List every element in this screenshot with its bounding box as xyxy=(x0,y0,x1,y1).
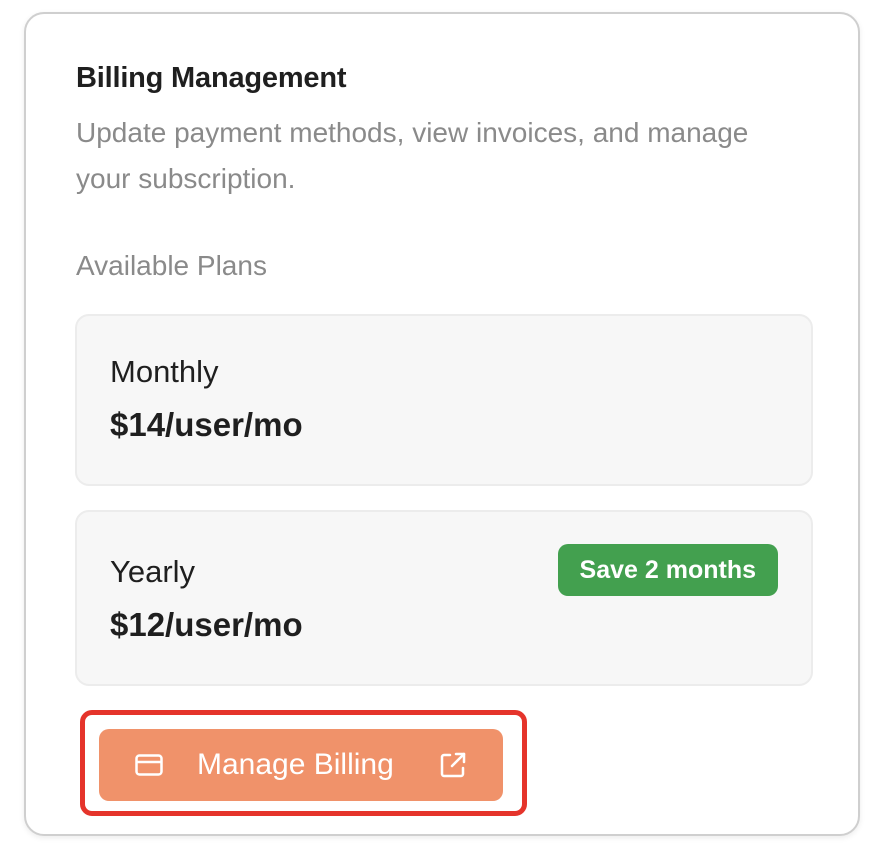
external-link-icon xyxy=(440,752,466,778)
plan-card-yearly[interactable]: Yearly $12/user/mo Save 2 months xyxy=(75,510,813,686)
savings-badge: Save 2 months xyxy=(557,544,778,596)
available-plans-label: Available Plans xyxy=(76,250,267,281)
billing-card: Billing Management Update payment method… xyxy=(24,12,860,836)
plan-price: $12/user/mo xyxy=(110,606,303,643)
manage-billing-label: Manage Billing xyxy=(197,748,394,781)
billing-title: Billing Management xyxy=(76,62,347,94)
manage-billing-button[interactable]: Manage Billing xyxy=(99,729,503,801)
plan-price: $14/user/mo xyxy=(110,406,303,443)
billing-subtitle: Update payment methods, view invoices, a… xyxy=(76,117,749,194)
plan-card-monthly[interactable]: Monthly $14/user/mo xyxy=(75,314,813,486)
plan-name: Monthly xyxy=(110,354,219,389)
plan-name: Yearly xyxy=(110,554,196,589)
credit-card-icon xyxy=(135,754,163,776)
